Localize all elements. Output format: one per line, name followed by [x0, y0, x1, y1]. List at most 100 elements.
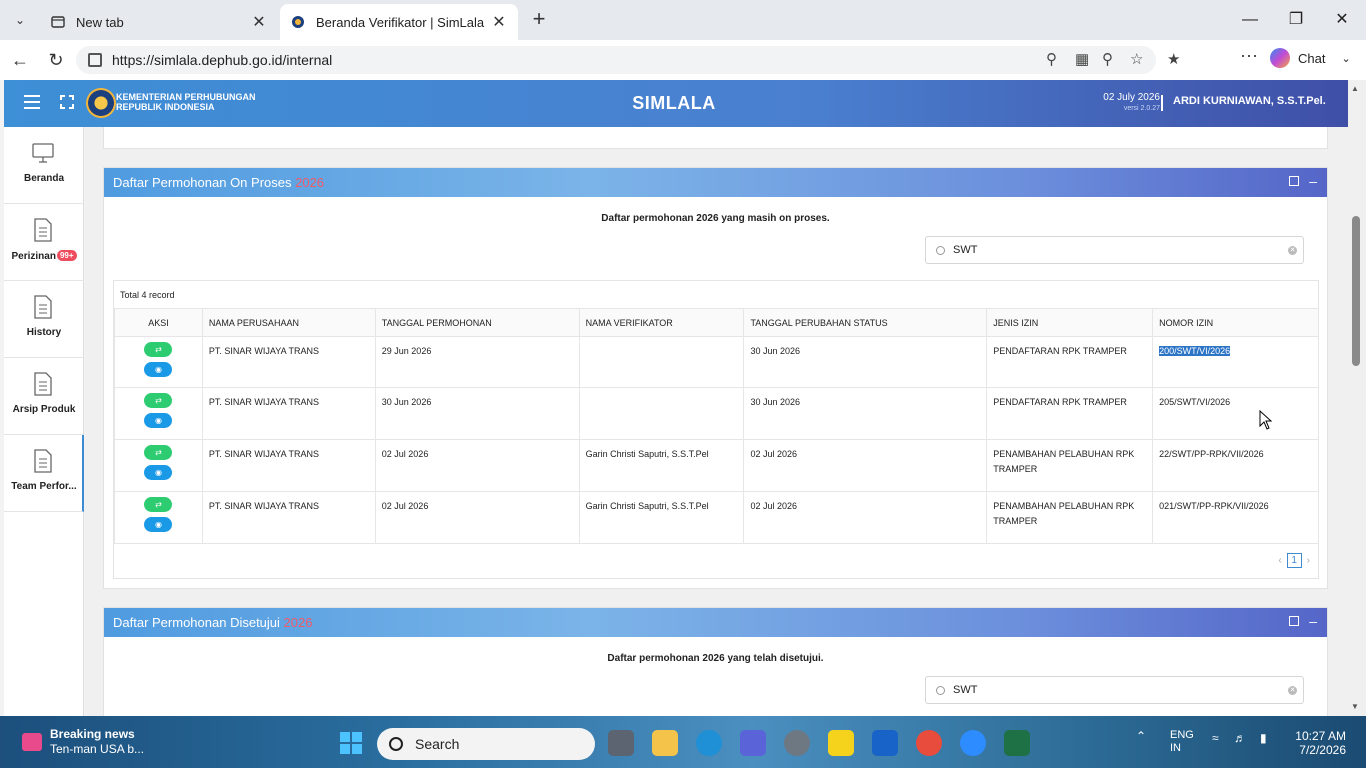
windows-start-icon[interactable] [340, 732, 362, 754]
reload-icon[interactable]: ↻ [44, 48, 68, 72]
table-header-row: AKSI NAMA PERUSAHAAN TANGGAL PERMOHONAN … [114, 308, 1319, 337]
fullscreen-icon[interactable] [59, 94, 75, 110]
more-options-icon[interactable]: ⋯ [1240, 46, 1258, 67]
user-name[interactable]: ARDI KURNIAWAN, S.S.T.Pel. [1173, 95, 1326, 107]
scrollbar-thumb[interactable] [1352, 216, 1360, 366]
favorite-star-icon[interactable]: ☆ [1130, 50, 1143, 68]
chrome-icon[interactable] [784, 730, 810, 756]
language-indicator[interactable]: ENG IN [1170, 729, 1194, 755]
news-text: Breaking news Ten-man USA b... [50, 727, 144, 757]
clear-search-icon[interactable]: ✕ [1288, 686, 1297, 695]
excel-icon[interactable] [1004, 730, 1030, 756]
zoom-icon[interactable]: ⚲ [1102, 50, 1113, 68]
zoom-app-icon[interactable] [960, 730, 986, 756]
favorites-icon[interactable]: ★ [1167, 50, 1180, 68]
collapse-panel-icon[interactable]: – [1309, 613, 1317, 629]
news-subtitle: Ten-man USA b... [50, 742, 145, 756]
column-header[interactable]: NAMA VERIFIKATOR [578, 308, 745, 337]
expand-panel-icon[interactable] [1289, 176, 1299, 186]
wifi-icon[interactable]: ≈ [1212, 731, 1219, 745]
battery-icon[interactable]: ▮ [1260, 731, 1267, 745]
cell-tgl-status: 30 Jun 2026 [743, 387, 988, 440]
edge-icon[interactable] [696, 730, 722, 756]
key-icon[interactable]: ⚲ [1046, 50, 1057, 68]
scroll-down-icon[interactable]: ▼ [1351, 702, 1359, 711]
restore-icon[interactable]: ❐ [1284, 8, 1308, 32]
cell-nomor-izin: 22/SWT/PP-RPK/VII/2026 [1152, 439, 1319, 492]
cell-nomor-izin: 205/SWT/VI/2026 [1152, 387, 1319, 440]
view-eye-icon[interactable]: ◉ [144, 413, 173, 428]
close-tab-icon[interactable]: ✕ [490, 12, 508, 32]
chevron-down-icon[interactable]: ⌄ [1341, 52, 1350, 65]
clear-search-icon[interactable]: ✕ [1288, 246, 1297, 255]
new-tab-plus-icon[interactable]: + [527, 8, 551, 32]
scroll-up-icon[interactable]: ▲ [1351, 84, 1359, 93]
sidebar-item-label: Beranda [23, 173, 64, 184]
remote-desktop-icon[interactable] [872, 730, 898, 756]
page-scrollbar[interactable]: ▲ ▼ [1348, 80, 1366, 716]
process-button[interactable]: ⇄ [144, 393, 173, 408]
windows-taskbar: Breaking news Ten-man USA b... Search ⌃ … [0, 716, 1366, 768]
sidebar-item-history[interactable]: History [4, 281, 84, 358]
next-page-icon[interactable]: › [1307, 555, 1310, 566]
taskbar-clock[interactable]: 10:27 AM 7/2/2026 [1290, 729, 1346, 757]
search-input[interactable]: SWT ✕ [925, 676, 1304, 704]
file-explorer-icon[interactable] [652, 730, 678, 756]
column-header[interactable]: JENIS IZIN [986, 308, 1154, 337]
page-number[interactable]: 1 [1286, 553, 1302, 568]
column-header[interactable]: AKSI [114, 308, 203, 337]
panel-header: Daftar Permohonan Disetujui 2026 – [104, 608, 1327, 637]
monitor-icon [32, 143, 54, 163]
column-header[interactable]: NOMOR IZIN [1152, 308, 1319, 337]
news-title: Breaking news [50, 727, 135, 741]
copilot-icon [1270, 48, 1290, 68]
chrome-browser-icon[interactable] [916, 730, 942, 756]
view-eye-icon[interactable]: ◉ [144, 465, 173, 480]
process-button[interactable]: ⇄ [144, 445, 173, 460]
app-icon[interactable] [740, 730, 766, 756]
column-header[interactable]: TANGGAL PERUBAHAN STATUS [743, 308, 988, 337]
sidebar-item-arsip-produk[interactable]: Arsip Produk [4, 358, 84, 435]
cell-perusahaan: PT. SINAR WIJAYA TRANS [201, 491, 376, 544]
header-date: 02 July 2026 versi 2.0.27 [1064, 92, 1160, 114]
table-row: ⇄ ◉ PT. SINAR WIJAYA TRANS 02 Jul 2026 G… [114, 439, 1319, 492]
site-info-icon[interactable] [88, 53, 102, 67]
hamburger-menu-icon[interactable] [24, 95, 40, 109]
app-header: KEMENTERIAN PERHUBUNGAN REPUBLIK INDONES… [4, 80, 1348, 127]
search-label: Search [415, 736, 460, 752]
minimize-icon[interactable]: — [1238, 8, 1262, 32]
process-button[interactable]: ⇄ [144, 342, 173, 357]
view-eye-icon[interactable]: ◉ [144, 362, 173, 377]
volume-icon[interactable]: ♬ [1234, 731, 1246, 745]
collapse-panel-icon[interactable]: – [1309, 173, 1317, 189]
action-cell: ⇄ ◉ [114, 491, 203, 544]
back-arrow-icon[interactable]: ← [8, 48, 32, 72]
apps-icon[interactable]: ▦ [1075, 50, 1089, 68]
close-window-icon[interactable]: ✕ [1330, 8, 1354, 32]
tab-new-tab[interactable]: New tab ✕ [40, 4, 278, 40]
sticky-notes-icon[interactable] [828, 730, 854, 756]
tray-overflow-icon[interactable]: ⌃ [1136, 729, 1146, 743]
column-header[interactable]: NAMA PERUSAHAAN [201, 308, 376, 337]
search-icon [389, 737, 403, 751]
close-tab-icon[interactable]: ✕ [250, 12, 268, 32]
copilot-chat-button[interactable]: Chat ⌄ [1270, 48, 1351, 68]
expand-panel-icon[interactable] [1289, 616, 1299, 626]
news-widget[interactable]: Breaking news Ten-man USA b... [22, 727, 144, 757]
sidebar-item-beranda[interactable]: Beranda [4, 127, 84, 204]
sidebar-item-perizinan[interactable]: Perizinan 99+ [4, 204, 84, 281]
address-bar[interactable]: https://simlala.dephub.go.id/internal [76, 46, 1156, 74]
taskbar-search[interactable]: Search [377, 728, 595, 760]
column-header[interactable]: TANGGAL PERMOHONAN [374, 308, 580, 337]
search-input[interactable]: SWT ✕ [925, 236, 1304, 264]
panel-title: Daftar Permohonan Disetujui [113, 615, 280, 630]
view-eye-icon[interactable]: ◉ [144, 517, 173, 532]
document-icon [34, 372, 52, 396]
sidebar-item-team-performance[interactable]: Team Perfor... [4, 435, 84, 512]
prev-page-icon[interactable]: ‹ [1278, 555, 1281, 566]
process-button[interactable]: ⇄ [144, 497, 173, 512]
tab-simlala[interactable]: Beranda Verifikator | SimLala ✕ [280, 4, 518, 40]
tab-actions-chevron-icon[interactable]: ⌄ [6, 8, 34, 32]
search-value: SWT [953, 684, 978, 696]
task-view-icon[interactable] [608, 730, 634, 756]
